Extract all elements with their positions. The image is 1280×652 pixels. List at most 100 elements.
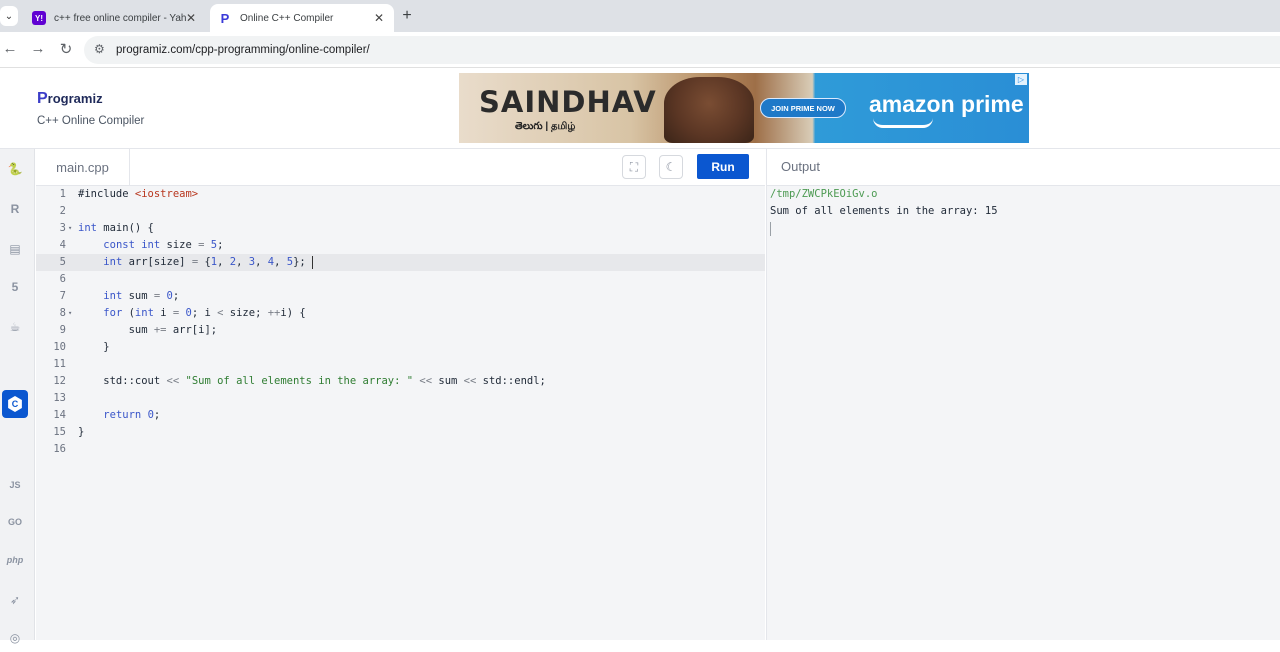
code-line[interactable]: 2 [36,203,765,220]
code-text: int arr[size] = {1, 2, 3, 4, 5}; [78,254,313,271]
java-icon[interactable]: ☕ [2,313,28,341]
rail-glyph: R [10,202,20,216]
code-line[interactable]: 15} [36,424,765,441]
line-number: 15 [53,426,66,438]
code-line[interactable]: 16 [36,441,765,458]
reload-icon[interactable]: ↻ [56,40,76,58]
advertisement-banner[interactable]: SAINDHAV తెలుగు | தமிழ் JOIN PRIME NOW a… [459,73,1029,143]
browser-tab-yahoo[interactable]: Y! c++ free online compiler - Yaho ✕ [24,4,206,32]
js-icon[interactable]: JS [2,471,28,499]
code-line[interactable]: 11 [36,356,765,373]
address-bar: ← → ↻ ⚙ programiz.com/cpp-programming/on… [0,32,1280,68]
ad-title: SAINDHAV [479,85,657,119]
browser-tab-compiler[interactable]: P Online C++ Compiler ✕ [210,4,394,32]
fullscreen-icon[interactable]: ⛶ [622,155,646,179]
new-tab-button[interactable]: + [398,7,416,25]
line-number: 14 [53,409,66,421]
ad-join-button[interactable]: JOIN PRIME NOW [760,98,846,118]
site-header: Programiz C++ Online Compiler SAINDHAV త… [0,68,1280,149]
logo-text: rogramiz [47,91,103,106]
line-number: 12 [53,375,66,387]
code-line[interactable]: 6 [36,271,765,288]
programiz-favicon-icon: P [220,10,230,26]
line-number: 1 [59,188,66,200]
forward-icon[interactable]: → [28,40,48,57]
fold-icon[interactable]: ▾ [68,305,72,322]
close-tab-icon[interactable]: ✕ [374,11,384,25]
logo-p: P [37,90,48,107]
ad-actor-image [664,77,754,143]
file-tab-main[interactable]: main.cpp [36,149,130,186]
output-panel[interactable]: /tmp/ZWCPkEOiGv.o Sum of all elements in… [766,186,1280,640]
c-icon[interactable]: C [2,351,28,379]
code-text: const int size = 5; [103,239,224,251]
url-field[interactable]: ⚙ programiz.com/cpp-programming/online-c… [84,36,1280,64]
python-icon[interactable]: 🐍 [2,155,28,183]
code-line[interactable]: 13 [36,390,765,407]
code-line[interactable]: 14 return 0; [36,407,765,424]
fold-icon[interactable]: ▾ [68,220,72,237]
line-number: 5 [59,256,66,268]
run-button[interactable]: Run [697,154,749,179]
r-icon[interactable]: R [2,195,28,223]
url-text[interactable]: programiz.com/cpp-programming/online-com… [116,44,370,56]
cpp-icon[interactable]: C [2,390,28,418]
code-line[interactable]: 8 ▾ for (int i = 0; i < size; ++i) { [36,305,765,322]
code-line[interactable]: 4 const int size = 5; [36,237,765,254]
code-line[interactable]: 1 #include <iostream> [36,186,765,203]
page-subtitle: C++ Online Compiler [37,115,145,127]
code-editor[interactable]: 1 #include <iostream> 2 3 ▾ int main() {4 con… [36,186,765,640]
code-line[interactable]: 7 int sum = 0; [36,288,765,305]
code-text: int sum = 0; [103,290,180,302]
tab-search-button[interactable]: ⌄ [0,6,18,26]
output-path: /tmp/ZWCPkEOiGv.o [770,188,878,200]
rail-glyph: C [8,435,22,451]
language-sidebar: 🐍 R ▤ 5 ☕ C C C JS GO php ➶ ◎ [0,149,35,645]
line-number: 7 [59,290,66,302]
rail-glyph: C [8,357,22,373]
code-text: } [78,426,85,438]
adchoices-icon[interactable]: ▷ [1015,74,1027,85]
rust-icon[interactable]: ◎ [2,624,28,652]
code-line[interactable]: 5 int arr[size] = {1, 2, 3, 4, 5}; [36,254,765,271]
code-text: } [78,341,110,353]
html-icon[interactable]: 5 [2,273,28,301]
line-number: 3 [59,222,66,234]
sql-icon[interactable]: ▤ [2,235,28,263]
tab-title: c++ free online compiler - Yaho [54,12,186,24]
go-icon[interactable]: GO [2,508,28,536]
ad-languages: తెలుగు | தமிழ் [515,121,576,132]
code-text: for (int i = 0; i < size; ++i) { [103,307,306,319]
code-text: int main() { [78,222,154,234]
editor-toolbar: main.cpp ⛶ ☾ Run [36,149,765,186]
code-text: #include <iostream> [78,188,199,200]
rail-glyph: ▤ [9,242,21,256]
line-number: 2 [59,205,66,217]
close-tab-icon[interactable]: ✕ [186,11,196,25]
csharp-icon[interactable]: C [2,429,28,457]
rail-glyph: ◎ [9,631,21,645]
text-cursor [311,255,313,269]
programiz-logo[interactable]: Programiz [37,90,103,108]
code-line[interactable]: 12 std::cout << "Sum of all elements in … [36,373,765,390]
ad-brand: amazon prime [869,91,1024,117]
rail-glyph: ➶ [9,593,21,607]
code-text: return 0; [103,409,161,421]
dark-mode-icon[interactable]: ☾ [659,155,683,179]
line-number: 6 [59,273,66,285]
code-line[interactable]: 3 ▾ int main() { [36,220,765,237]
rail-glyph: 🐍 [7,162,23,176]
code-line[interactable]: 9 sum += arr[i]; [36,322,765,339]
back-icon[interactable]: ← [0,40,20,57]
line-number: 8 [59,307,66,319]
line-number: 9 [59,324,66,336]
rail-glyph: php [6,555,24,565]
swift-icon[interactable]: ➶ [2,586,28,614]
site-info-icon[interactable]: ⚙ [94,42,105,56]
browser-tab-bar: ⌄ Y! c++ free online compiler - Yaho ✕ P… [0,0,1280,32]
code-line[interactable]: 10 } [36,339,765,356]
line-number: 10 [53,341,66,353]
output-title: Output [781,159,821,174]
php-icon[interactable]: php [2,546,28,574]
line-number: 4 [59,239,66,251]
